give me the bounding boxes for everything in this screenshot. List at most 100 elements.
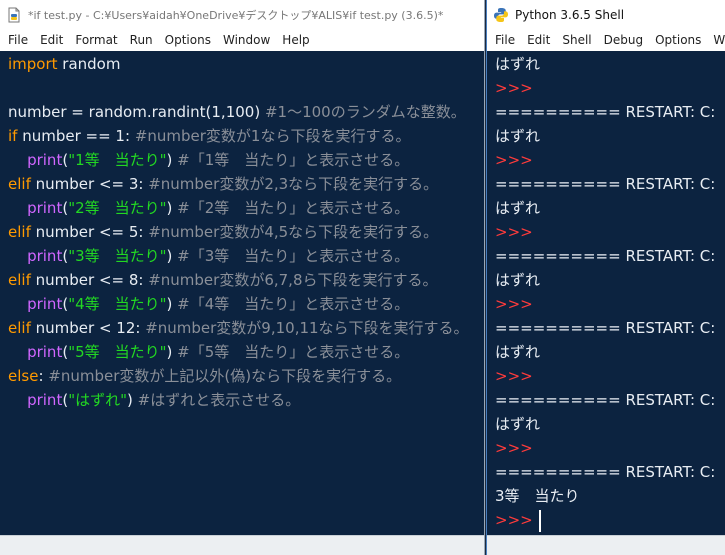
editor-menu-help[interactable]: Help [276,33,315,47]
shell-window: Python 3.6.5 Shell File Edit Shell Debug Opt… [486,0,725,555]
code-token: import [8,55,58,73]
shell-prompt: >>> [487,76,725,100]
code-line[interactable]: elif number <= 5: #number変数が4,5なら下段を実行する… [0,220,484,244]
code-line[interactable]: if number == 1: #number変数が1なら下段を実行する。 [0,124,484,148]
code-line[interactable]: print("5等 当たり") #「5等 当たり」と表示させる。 [0,340,484,364]
code-line[interactable]: print("1等 当たり") #「1等 当たり」と表示させる。 [0,148,484,172]
code-line[interactable]: print("はずれ") #はずれと表示させる。 [0,388,484,412]
shell-output-line: はずれ [487,124,725,148]
editor-menubar: File Edit Format Run Options Window Help [0,29,484,51]
code-token: "5等 当たり" [68,343,167,361]
code-line[interactable]: elif number <= 3: #number変数が2,3なら下段を実行する… [0,172,484,196]
shell-prompt: >>> [487,508,725,532]
output-text: ========== RESTART: C: [495,175,716,193]
shell-title: Python 3.6.5 Shell [515,7,625,22]
output-text: はずれ [495,55,541,73]
shell-output-area[interactable]: はずれ >>> ========== RESTART: C: はずれ >>> ======… [487,51,725,535]
code-token: number <= 3: [30,175,149,193]
code-token: #number変数が9,10,11なら下段を実行する。 [145,319,469,337]
editor-menu-format[interactable]: Format [69,33,123,47]
editor-title: *if test.py - C:¥Users¥aidah¥OneDrive¥デス… [28,8,444,22]
shell-prompt: >>> [487,148,725,172]
shell-menubar: FileEditShellDebugOptionsWindow [487,29,725,51]
prompt-text: >>> [495,439,533,457]
code-token: print [27,295,63,313]
prompt-text: >>> [495,223,533,241]
shell-output-line: はずれ [487,196,725,220]
code-token: ) [166,199,178,217]
code-token: ) [166,295,178,313]
editor-statusbar [0,535,484,555]
shell-output-line: はずれ [487,52,725,76]
editor-menu-options[interactable]: Options [159,33,217,47]
code-token: ) [127,391,138,409]
code-line[interactable]: number = random.randint(1,100) #1～100のラン… [0,100,484,124]
code-token: print [27,151,63,169]
editor-menu-file[interactable]: File [2,33,34,47]
code-token: #「5等 当たり」と表示させる。 [177,343,410,361]
shell-statusbar [487,535,725,555]
code-line[interactable] [0,76,484,100]
shell-menu-edit[interactable]: Edit [521,33,556,47]
output-text: はずれ [495,415,541,433]
code-token: #number変数が2,3なら下段を実行する。 [148,175,439,193]
output-text: 3等 当たり [495,487,580,505]
code-line[interactable]: elif number <= 8: #number変数が6,7,8ら下段を実行す… [0,268,484,292]
shell-menu-shell[interactable]: Shell [556,33,597,47]
shell-menu-options[interactable]: Options [649,33,707,47]
editor-menu-run[interactable]: Run [124,33,159,47]
code-token: ) [166,247,178,265]
code-token: print [27,247,63,265]
shell-prompt: >>> [487,220,725,244]
code-token: "3等 当たり" [68,247,167,265]
prompt-text: >>> [495,295,533,313]
editor-code-area[interactable]: import random number = random.randint(1,… [0,51,484,535]
code-line[interactable]: print("2等 当たり") #「2等 当たり」と表示させる。 [0,196,484,220]
code-line[interactable]: elif number < 12: #number変数が9,10,11なら下段を… [0,316,484,340]
editor-menu-edit[interactable]: Edit [34,33,69,47]
code-token: #はずれと表示させる。 [137,391,301,409]
code-token: #「4等 当たり」と表示させる。 [177,295,410,313]
shell-titlebar[interactable]: Python 3.6.5 Shell [487,0,725,29]
shell-menu-window[interactable]: Window [707,33,725,47]
shell-output-line: はずれ [487,412,725,436]
code-token: else [8,367,39,385]
shell-output-line: ========== RESTART: C: [487,244,725,268]
code-token: #number変数が4,5なら下段を実行する。 [148,223,439,241]
shell-output-line: はずれ [487,268,725,292]
shell-prompt: >>> [487,292,725,316]
code-token: #「1等 当たり」と表示させる。 [177,151,410,169]
editor-titlebar[interactable]: *if test.py - C:¥Users¥aidah¥OneDrive¥デス… [0,0,484,29]
shell-prompt: >>> [487,436,725,460]
shell-output-line: はずれ [487,340,725,364]
shell-menu-debug[interactable]: Debug [598,33,649,47]
code-token: number <= 5: [30,223,149,241]
code-token: random [57,55,121,73]
shell-menu-file[interactable]: File [489,33,521,47]
output-text: ========== RESTART: C: [495,463,716,481]
output-text: はずれ [495,343,541,361]
editor-menu-window[interactable]: Window [217,33,276,47]
code-token: elif [8,319,31,337]
editor-window: *if test.py - C:¥Users¥aidah¥OneDrive¥デス… [0,0,485,555]
code-line[interactable]: print("3等 当たり") #「3等 当たり」と表示させる。 [0,244,484,268]
shell-output-line: 3等 当たり [487,484,725,508]
code-token: #1～100のランダムな整数。 [264,103,466,121]
text-cursor [539,509,542,532]
code-token: number < 12: [30,319,146,337]
code-line[interactable]: import random [0,52,484,76]
shell-output-line: ========== RESTART: C: [487,388,725,412]
shell-output-line: ========== RESTART: C: [487,460,725,484]
output-text: ========== RESTART: C: [495,247,716,265]
code-token: "2等 当たり" [68,199,167,217]
prompt-text: >>> [495,79,533,97]
code-line[interactable]: else: #number変数が上記以外(偽)なら下段を実行する。 [0,364,484,388]
prompt-text: >>> [495,151,533,169]
output-text: はずれ [495,271,541,289]
code-line[interactable]: print("4等 当たり") #「4等 当たり」と表示させる。 [0,292,484,316]
shell-output-line: ========== RESTART: C: [487,172,725,196]
